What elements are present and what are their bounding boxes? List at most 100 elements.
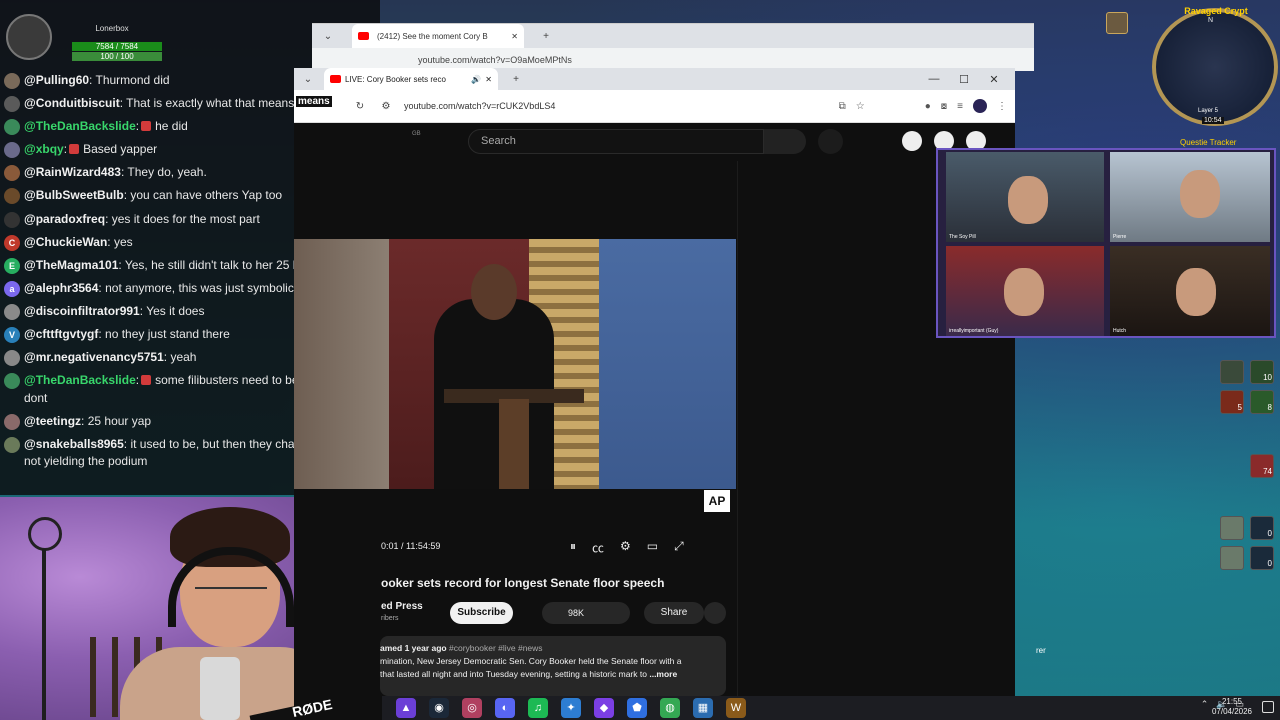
autoplay-toggle-icon[interactable]: ⏸ [570,539,576,556]
menu-kebab-icon[interactable]: ⋮ [997,101,1007,112]
create-icon[interactable] [902,131,922,151]
quest-tracker-label[interactable]: Questie Tracker [1180,138,1236,147]
theater-mode-icon[interactable]: ▭ [647,539,658,556]
media-control-icon[interactable]: ≡ [957,101,963,112]
obs-icon[interactable]: ◎ [462,698,482,718]
chrome-icon[interactable]: ◍ [660,698,680,718]
chat-avatar[interactable] [4,303,20,320]
fullscreen-icon[interactable]: ⤢ [674,539,684,556]
chat-username[interactable]: @alephr3564 [24,281,98,295]
hashtags[interactable]: #corybooker #live #news [449,643,543,653]
notification-icon[interactable] [1262,701,1274,713]
chat-username[interactable]: @mr.negativenancy5751 [24,350,164,364]
chat-avatar[interactable] [4,96,20,113]
maximize-icon[interactable]: ☐ [949,73,979,86]
action-slot[interactable] [1220,360,1244,384]
action-slot[interactable]: 8 [1250,390,1274,414]
chat-username[interactable]: @discoinfiltrator991 [24,304,140,318]
action-slot[interactable]: 5 [1220,390,1244,414]
chat-username[interactable]: @RainWizard483 [24,165,121,179]
system-clock[interactable]: 21:55 07/04/2026 [1208,697,1256,717]
chat-username[interactable]: @TheDanBackslide [24,373,136,387]
video-description[interactable]: amed 1 year ago #corybooker #live #news … [380,636,726,696]
close-tab-icon[interactable]: ✕ [485,75,492,84]
calculator-icon[interactable]: ▦ [693,698,713,718]
chat-username[interactable]: @teetingz [24,414,81,428]
discord-icon[interactable]: ◐ [495,698,515,718]
minimize-icon[interactable]: — [919,73,949,85]
captions-icon[interactable]: ㏄ [592,539,604,556]
action-slot[interactable]: 10 [1250,360,1274,384]
close-window-icon[interactable]: ✕ [979,73,1009,86]
reload-icon[interactable]: ↻ [352,101,368,112]
voice-search-icon[interactable] [818,129,843,154]
extension-icon[interactable]: ● [925,101,931,112]
audio-icon[interactable]: 🔊 [471,75,481,84]
player-unit-frame[interactable]: Lonerbox 7584 / 7584 100 / 100 [6,8,166,64]
tab-list-icon[interactable]: ⌄ [320,31,336,42]
chat-username[interactable]: @xbqy [24,142,64,156]
chat-avatar[interactable] [4,350,20,367]
address-bar[interactable]: youtube.com/watch?v=rCUK2VbdLS4 [404,101,829,111]
chat-avatar[interactable]: C [4,234,20,251]
bitwarden-icon[interactable]: ⬟ [627,698,647,718]
action-slot[interactable]: 74 [1250,454,1274,478]
browser-window[interactable]: ⌄ LIVE: Cory Booker sets reco 🔊 ✕ + — ☐ … [294,68,1015,720]
profile-avatar[interactable] [973,99,987,113]
close-tab-icon[interactable]: ✕ [511,32,518,41]
share-button[interactable]: Share [644,602,704,624]
cast-icon[interactable]: ⧉ [839,101,846,112]
chat-avatar[interactable] [4,119,20,136]
video-player[interactable] [294,239,736,489]
puzzle-icon[interactable]: ⧇ [941,101,947,112]
chat-username[interactable]: @paradoxfreq [24,212,105,226]
chat-avatar[interactable]: a [4,280,20,297]
chat-username[interactable]: @cfttftgvtygf [24,327,98,341]
action-slot[interactable] [1220,546,1244,570]
spotify-icon[interactable]: ♫ [528,698,548,718]
chat-avatar[interactable] [4,413,20,430]
chat-username[interactable]: @BulbSweetBulb [24,188,124,202]
bookmark-star-icon[interactable]: ☆ [856,101,865,112]
action-slot[interactable] [1220,516,1244,540]
active-tab[interactable]: LIVE: Cory Booker sets reco 🔊 ✕ [324,68,498,90]
like-button[interactable]: 98K [542,602,630,624]
chat-avatar[interactable] [4,142,20,159]
show-more-link[interactable]: ...more [649,669,677,679]
proton-vpn-icon[interactable]: ▲ [396,698,416,718]
new-tab-icon[interactable]: + [508,74,524,85]
chat-avatar[interactable] [4,73,20,89]
proton-icon[interactable]: ◆ [594,698,614,718]
battlenet-icon[interactable]: ✦ [561,698,581,718]
browser-titlebar[interactable]: ⌄ LIVE: Cory Booker sets reco 🔊 ✕ + — ☐ … [294,68,1015,90]
tab-search-icon[interactable]: ⌄ [300,74,316,85]
more-actions-button[interactable] [704,602,726,624]
background-tab[interactable]: (2412) See the moment Cory B ✕ [352,24,524,48]
channel-name[interactable]: ed Press [381,601,423,612]
chat-avatar[interactable] [4,211,20,228]
steam-icon[interactable]: ◉ [429,698,449,718]
youtube-search-input[interactable]: Search [468,129,764,154]
chat-username[interactable]: @ChuckieWan [24,235,107,249]
action-slot[interactable]: 0 [1250,546,1274,570]
search-button[interactable] [764,129,806,154]
chat-avatar[interactable] [4,373,20,390]
subscribe-button[interactable]: Subscribe [450,602,513,624]
chat-avatar[interactable]: E [4,257,20,274]
action-slot[interactable]: 0 [1250,516,1274,540]
site-info-icon[interactable]: ⚙ [378,101,394,112]
chat-username[interactable]: @snakeballs8965 [24,437,124,451]
chat-avatar[interactable]: V [4,327,20,344]
chat-username[interactable]: @Conduitbiscuit [24,96,120,110]
chat-avatar[interactable] [4,188,20,205]
background-browser-window[interactable]: ⌄ (2412) See the moment Cory B ✕ + youtu… [312,23,1034,71]
target-portrait[interactable] [1106,12,1128,34]
background-url[interactable]: youtube.com/watch?v=O9aMoeMPtNs [418,55,572,65]
settings-gear-icon[interactable]: ⚙ [620,539,631,556]
chat-username[interactable]: @TheMagma101 [24,258,118,272]
chat-username[interactable]: @Pulling60 [24,73,89,87]
new-tab-icon[interactable]: + [538,31,554,42]
chat-username[interactable]: @TheDanBackslide [24,119,136,133]
chat-avatar[interactable] [4,436,20,453]
chat-avatar[interactable] [4,165,20,182]
